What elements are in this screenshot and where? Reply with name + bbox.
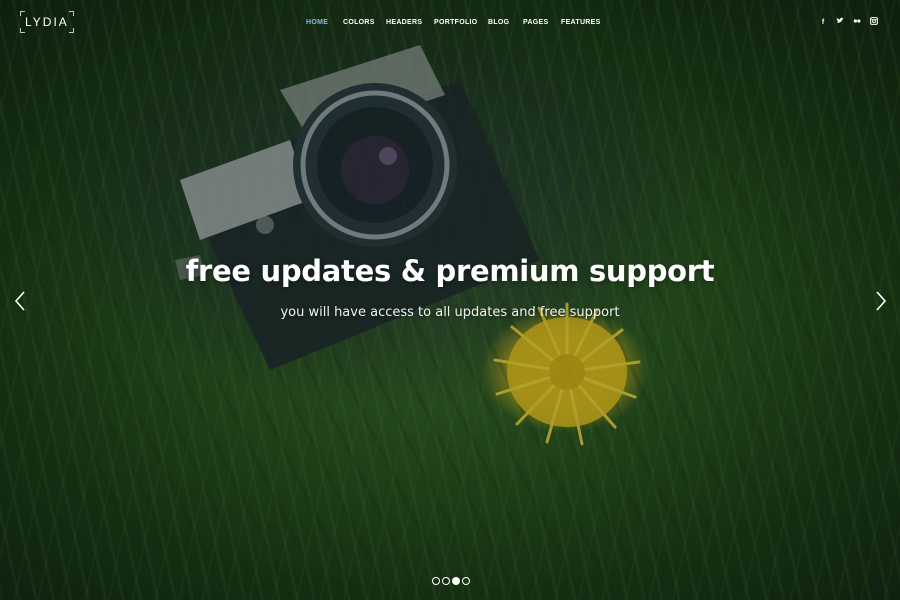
- chevron-left-icon[interactable]: [12, 290, 30, 312]
- slider-dot[interactable]: [442, 577, 450, 585]
- hero-background-image: [0, 0, 900, 600]
- hero-overlay: [0, 0, 900, 600]
- nav-item-home[interactable]: HOME: [306, 17, 328, 29]
- twitter-icon[interactable]: [835, 17, 845, 29]
- logo-corner: [20, 11, 25, 16]
- nav-item-colors[interactable]: COLORS: [343, 17, 375, 29]
- flickr-icon[interactable]: [852, 17, 862, 29]
- nav-item-portfolio[interactable]: PORTFOLIO: [434, 17, 478, 29]
- instagram-icon[interactable]: [869, 17, 879, 29]
- slider-dot[interactable]: [432, 577, 440, 585]
- nav-item-blog[interactable]: BLOG: [488, 17, 509, 29]
- slider-dot-active[interactable]: [452, 577, 460, 585]
- slider-dot[interactable]: [462, 577, 470, 585]
- main-nav: HOME COLORS HEADERS PORTFOLIO BLOG PAGES…: [0, 17, 900, 29]
- nav-item-pages[interactable]: PAGES: [523, 17, 549, 29]
- hero-title: free updates & premium support: [185, 254, 715, 288]
- nav-item-headers[interactable]: HEADERS: [386, 17, 422, 29]
- logo-corner: [68, 11, 74, 16]
- hero-subtitle: you will have access to all updates and …: [280, 305, 620, 320]
- facebook-icon[interactable]: f: [818, 17, 828, 29]
- chevron-right-icon[interactable]: [871, 290, 889, 312]
- nav-item-features[interactable]: FEATURES: [561, 17, 601, 29]
